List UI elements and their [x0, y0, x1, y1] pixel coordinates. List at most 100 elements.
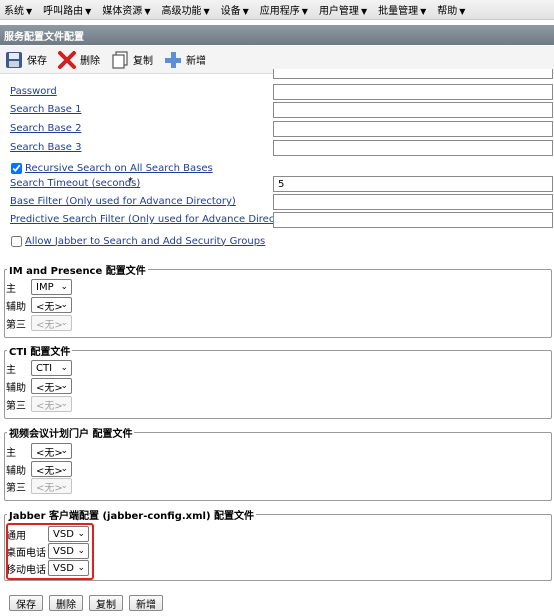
menu-help[interactable]: 帮助 ▼ [437, 2, 465, 17]
allow-jabber-label[interactable]: Allow Jabber to Search and Add Security … [25, 236, 265, 247]
allow-jabber-checkbox[interactable] [11, 235, 22, 247]
menu-label: 用户管理 [318, 6, 359, 17]
scrolled-input-fragment[interactable] [273, 69, 553, 79]
chevron-down-icon: ▼ [242, 7, 249, 16]
add-label: 新增 [186, 56, 206, 67]
plus-icon [165, 51, 181, 68]
search-base-1-label[interactable]: Search Base 1 [10, 104, 81, 115]
required-marker: * [128, 176, 133, 187]
chevron-down-icon: ⌄ [60, 399, 68, 409]
chevron-down-icon: ⌄ [60, 318, 68, 328]
add-button[interactable]: 新增 [163, 50, 206, 70]
base-filter-field[interactable] [273, 194, 553, 210]
search-base-3-row: Search Base 3 [0, 140, 554, 156]
video-portal-legend: 视频会议计划门户 配置文件 [9, 429, 133, 440]
search-timeout-field[interactable] [273, 176, 553, 192]
search-timeout-row: Search Timeout (seconds) * [0, 176, 554, 192]
im-tertiary-value: <无> [36, 319, 63, 331]
cti-secondary-select[interactable]: <无> ⌄ [31, 378, 72, 394]
bottom-delete-button[interactable]: 删除 [49, 595, 83, 611]
im-secondary-label: 辅助 [6, 301, 26, 313]
menu-system[interactable]: 系统 ▼ [4, 2, 32, 17]
menu-bulk-administration[interactable]: 批量管理 ▼ [378, 2, 426, 17]
im-secondary-value: <无> [36, 301, 63, 313]
password-row: Password [0, 84, 554, 100]
chevron-down-icon: ▼ [85, 7, 92, 16]
cti-group: CTI 配置文件 [4, 343, 552, 419]
video-tertiary-row: 第三 [6, 478, 26, 494]
cti-primary-select[interactable]: CTI ⌄ [31, 360, 72, 376]
video-tertiary-label: 第三 [6, 482, 26, 494]
search-base-1-field[interactable] [273, 102, 553, 118]
predictive-filter-label[interactable]: Predictive Search Filter (Only used for … [10, 214, 298, 225]
chevron-down-icon: ⌄ [60, 381, 68, 391]
search-base-3-field[interactable] [273, 140, 553, 156]
page-title-text: 服务配置文件配置 [4, 31, 84, 43]
chevron-down-icon: ▼ [26, 7, 33, 16]
bottom-save-button[interactable]: 保存 [9, 595, 43, 611]
jabber-config-legend: Jabber 客户端配置 (jabber-config.xml) 配置文件 [9, 511, 255, 522]
video-primary-select[interactable]: <无> ⌄ [31, 443, 72, 459]
video-tertiary-select: <无> ⌄ [31, 478, 72, 494]
menu-label: 设备 [220, 6, 241, 17]
menu-application[interactable]: 应用程序 ▼ [260, 2, 308, 17]
im-tertiary-row: 第三 [6, 315, 26, 331]
save-button[interactable]: 保存 [4, 50, 47, 70]
menu-device[interactable]: 设备 ▼ [221, 2, 249, 17]
bottom-add-button[interactable]: 新增 [129, 595, 163, 611]
im-primary-value: IMP [36, 281, 54, 293]
im-presence-legend: IM and Presence 配置文件 [9, 266, 146, 277]
im-primary-select[interactable]: IMP ⌄ [31, 279, 72, 295]
chevron-down-icon: ⌄ [60, 282, 68, 292]
cti-primary-label: 主 [6, 364, 16, 376]
menu-call-routing[interactable]: 呼叫路由 ▼ [43, 2, 91, 17]
im-presence-group: IM and Presence 配置文件 [4, 262, 552, 338]
recursive-search-row: Recursive Search on All Search Bases [11, 161, 213, 175]
search-base-2-label[interactable]: Search Base 2 [10, 123, 81, 134]
search-base-2-field[interactable] [273, 121, 553, 137]
cti-legend: CTI 配置文件 [9, 347, 71, 358]
menu-advanced-features[interactable]: 高级功能 ▼ [161, 2, 209, 17]
chevron-down-icon: ▼ [459, 7, 466, 16]
cti-secondary-row: 辅助 [6, 378, 26, 394]
predictive-filter-field[interactable] [273, 212, 553, 228]
video-primary-value: <无> [36, 447, 63, 459]
delete-label: 删除 [80, 56, 100, 67]
page-title: 服务配置文件配置 [0, 25, 554, 45]
search-timeout-label[interactable]: Search Timeout (seconds) [10, 178, 140, 189]
delete-x-icon [58, 50, 76, 69]
highlight-box [6, 523, 94, 580]
chevron-down-icon: ▼ [301, 7, 308, 16]
video-secondary-select[interactable]: <无> ⌄ [31, 461, 72, 477]
allow-jabber-row: Allow Jabber to Search and Add Security … [11, 234, 265, 248]
menu-label: 帮助 [437, 6, 458, 17]
video-secondary-label: 辅助 [6, 465, 26, 477]
save-icon [6, 51, 22, 68]
video-primary-label: 主 [6, 447, 16, 459]
cti-tertiary-label: 第三 [6, 400, 26, 412]
copy-icon [112, 50, 128, 69]
search-base-3-label[interactable]: Search Base 3 [10, 142, 81, 153]
video-secondary-row: 辅助 [6, 461, 26, 477]
im-secondary-row: 辅助 [6, 297, 26, 313]
recursive-search-checkbox[interactable] [11, 162, 22, 174]
im-primary-label: 主 [6, 283, 16, 295]
im-tertiary-label: 第三 [6, 319, 26, 331]
menu-user-management[interactable]: 用户管理 ▼ [319, 2, 367, 17]
cti-primary-row: 主 [6, 360, 16, 376]
cti-secondary-value: <无> [36, 382, 63, 394]
password-label[interactable]: Password [10, 86, 57, 97]
cti-tertiary-value: <无> [36, 400, 63, 412]
bottom-copy-button[interactable]: 复制 [89, 595, 123, 611]
video-portal-group: 视频会议计划门户 配置文件 [4, 425, 552, 501]
im-secondary-select[interactable]: <无> ⌄ [31, 297, 72, 313]
base-filter-label[interactable]: Base Filter (Only used for Advance Direc… [10, 196, 236, 207]
password-field[interactable] [273, 84, 553, 100]
menu-media-resources[interactable]: 媒体资源 ▼ [102, 2, 150, 17]
base-filter-row: Base Filter (Only used for Advance Direc… [0, 194, 554, 210]
chevron-down-icon: ⌄ [60, 446, 68, 456]
recursive-search-label[interactable]: Recursive Search on All Search Bases [25, 163, 213, 174]
copy-label: 复制 [133, 56, 153, 67]
copy-button[interactable]: 复制 [110, 50, 153, 70]
delete-button[interactable]: 删除 [57, 50, 100, 70]
